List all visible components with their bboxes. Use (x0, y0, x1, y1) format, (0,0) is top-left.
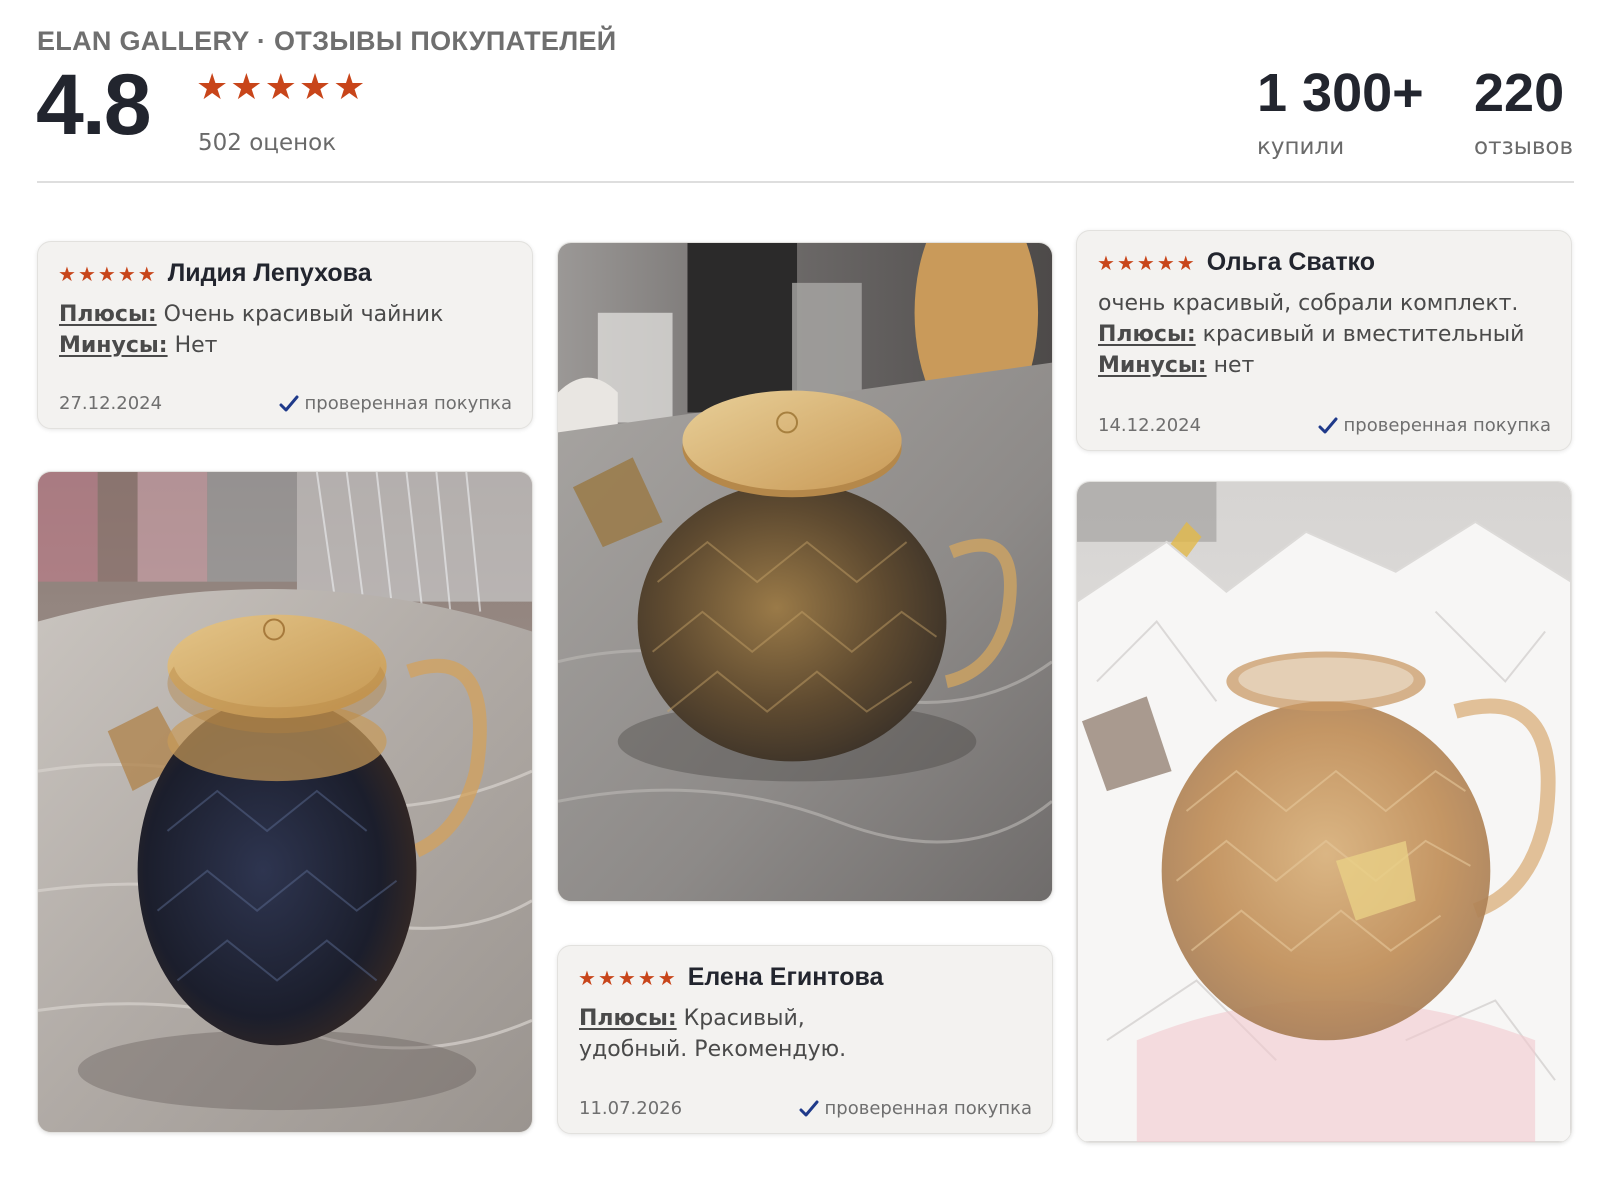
review-footer: 11.07.2026 проверенная покупка (579, 1098, 1032, 1119)
verified-text: проверенная покупка (304, 393, 512, 414)
verified-badge: проверенная покупка (1318, 415, 1551, 436)
verified-badge: проверенная покупка (799, 1098, 1032, 1119)
ratings-count: 502 оценок (198, 130, 337, 156)
review-author: Елена Егинтова (687, 963, 884, 991)
star-icon: ★ (1116, 250, 1135, 275)
review-date: 11.07.2026 (579, 1098, 683, 1119)
reviews-label: отзывов (1474, 134, 1574, 161)
star-icon: ★ (1097, 250, 1115, 275)
checkmark-icon (1318, 417, 1338, 434)
checkmark-icon (799, 1100, 819, 1117)
review-pros: Плюсы: Красивый, удобный. Рекомендую. (579, 1003, 902, 1065)
pros-label: Плюсы: (59, 302, 157, 327)
star-icon: ★ (657, 965, 676, 990)
cons-text: нет (1213, 353, 1255, 378)
teapot-photo-illustration (38, 472, 532, 1132)
review-body: очень красивый, собрали комплект. Плюсы:… (1098, 288, 1555, 381)
rating-stars: ★ ★ ★ ★ ★ (196, 70, 365, 106)
checkmark-icon (279, 395, 299, 412)
bought-label: купили (1257, 134, 1345, 161)
review-header: ★ ★ ★ ★ ★ Елена Егинтова (578, 963, 883, 992)
review-stars: ★ ★ ★ ★ ★ (1097, 253, 1195, 273)
review-photo[interactable] (557, 242, 1053, 902)
star-icon: ★ (617, 965, 636, 990)
review-date: 14.12.2024 (1098, 415, 1202, 436)
review-cons: Минусы: Нет (59, 330, 516, 361)
star-icon: ★ (298, 67, 332, 108)
review-date: 27.12.2024 (59, 393, 163, 414)
star-icon: ★ (77, 261, 96, 286)
review-footer: 27.12.2024 проверенная покупка (59, 393, 512, 414)
star-icon: ★ (1156, 250, 1175, 275)
review-body: Плюсы: Красивый, удобный. Рекомендую. (579, 1003, 902, 1065)
star-icon: ★ (58, 261, 76, 286)
review-pros: Плюсы: красивый и вместительный (1098, 319, 1555, 350)
stat-reviews: 220 отзывов (1474, 58, 1573, 160)
review-body: Плюсы: Очень красивый чайник Минусы: Нет (59, 299, 516, 361)
review-footer: 14.12.2024 проверенная покупка (1098, 415, 1551, 436)
star-icon: ★ (137, 261, 156, 286)
star-icon: ★ (117, 261, 136, 286)
cons-label: Минусы: (59, 333, 168, 358)
cons-label: Минусы: (1098, 353, 1207, 378)
star-icon: ★ (230, 67, 263, 108)
cons-text: Нет (174, 333, 218, 358)
star-icon: ★ (637, 965, 656, 990)
verified-badge: проверенная покупка (279, 393, 512, 414)
teapot-photo-illustration (558, 243, 1052, 901)
pros-label: Плюсы: (1098, 322, 1196, 347)
pros-text: красивый и вместительный (1202, 322, 1525, 347)
review-text: очень красивый, собрали комплект. (1098, 291, 1519, 316)
star-icon: ★ (264, 67, 297, 108)
bought-value: 1 300+ (1257, 63, 1424, 123)
star-icon: ★ (1176, 250, 1195, 275)
star-icon: ★ (597, 965, 616, 990)
teapot-photo-illustration (1077, 482, 1571, 1142)
star-icon: ★ (97, 261, 116, 286)
review-author: Ольга Сватко (1206, 248, 1376, 276)
star-icon: ★ (333, 67, 366, 108)
review-card[interactable]: ★ ★ ★ ★ ★ Ольга Сватко очень красивый, с… (1076, 230, 1572, 451)
reviews-value: 220 (1474, 63, 1565, 123)
review-header: ★ ★ ★ ★ ★ Лидия Лепухова (58, 259, 372, 288)
review-stars: ★ ★ ★ ★ ★ (58, 264, 156, 284)
verified-text: проверенная покупка (824, 1098, 1032, 1119)
review-cons: Минусы: нет (1098, 350, 1555, 381)
review-card[interactable]: ★ ★ ★ ★ ★ Лидия Лепухова Плюсы: Очень кр… (37, 241, 533, 429)
review-stars: ★ ★ ★ ★ ★ (578, 968, 676, 988)
average-rating: 4.8 (36, 57, 152, 153)
review-photo[interactable] (37, 471, 533, 1133)
review-pros: Плюсы: Очень красивый чайник (59, 299, 516, 330)
verified-text: проверенная покупка (1343, 415, 1551, 436)
pros-label: Плюсы: (579, 1006, 677, 1031)
pros-text: Очень красивый чайник (163, 302, 444, 327)
review-photo[interactable] (1076, 481, 1572, 1143)
review-author: Лидия Лепухова (167, 259, 372, 287)
star-icon: ★ (1136, 250, 1155, 275)
review-card[interactable]: ★ ★ ★ ★ ★ Елена Егинтова Плюсы: Красивый… (557, 945, 1053, 1134)
review-header: ★ ★ ★ ★ ★ Ольга Сватко (1097, 248, 1375, 277)
star-icon: ★ (578, 965, 596, 990)
stat-bought: 1 300+ купили (1257, 58, 1424, 160)
star-icon: ★ (196, 67, 229, 108)
header-divider (37, 181, 1574, 183)
